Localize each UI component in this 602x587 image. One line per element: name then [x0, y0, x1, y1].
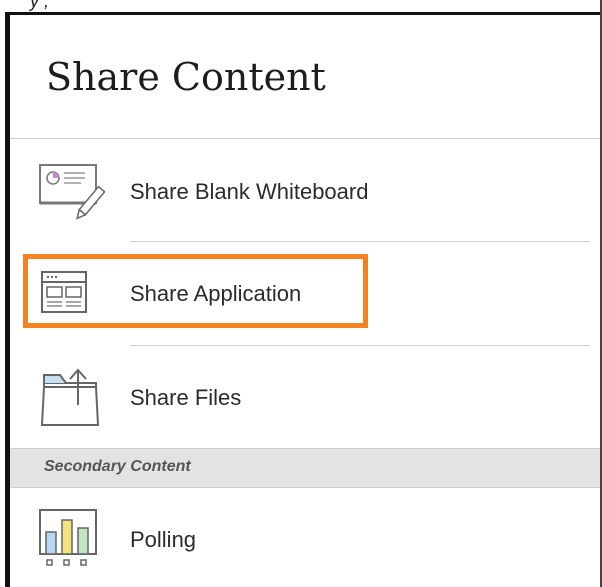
share-files-item[interactable]: Share Files — [10, 351, 602, 441]
share-blank-whiteboard-item[interactable]: Share Blank Whiteboard — [10, 145, 602, 235]
item-divider — [130, 241, 590, 242]
share-blank-whiteboard-label: Share Blank Whiteboard — [130, 179, 369, 204]
polling-chart-icon — [38, 508, 100, 573]
cropped-top-text: y , — [0, 0, 602, 12]
share-files-label: Share Files — [130, 385, 242, 410]
polling-label: Polling — [130, 527, 197, 552]
share-content-panel: Share Content Share Blank Whiteboard Sha… — [5, 12, 602, 587]
item-divider — [130, 345, 590, 346]
polling-item[interactable]: Polling — [10, 490, 602, 580]
title-divider — [10, 138, 602, 139]
secondary-content-header: Secondary Content — [10, 448, 602, 488]
cropped-text: y , — [30, 0, 50, 11]
whiteboard-icon — [35, 159, 106, 230]
share-application-highlight-box — [23, 254, 368, 328]
panel-title: Share Content — [46, 55, 326, 99]
secondary-content-label: Secondary Content — [44, 458, 191, 475]
folder-upload-icon — [40, 365, 102, 436]
